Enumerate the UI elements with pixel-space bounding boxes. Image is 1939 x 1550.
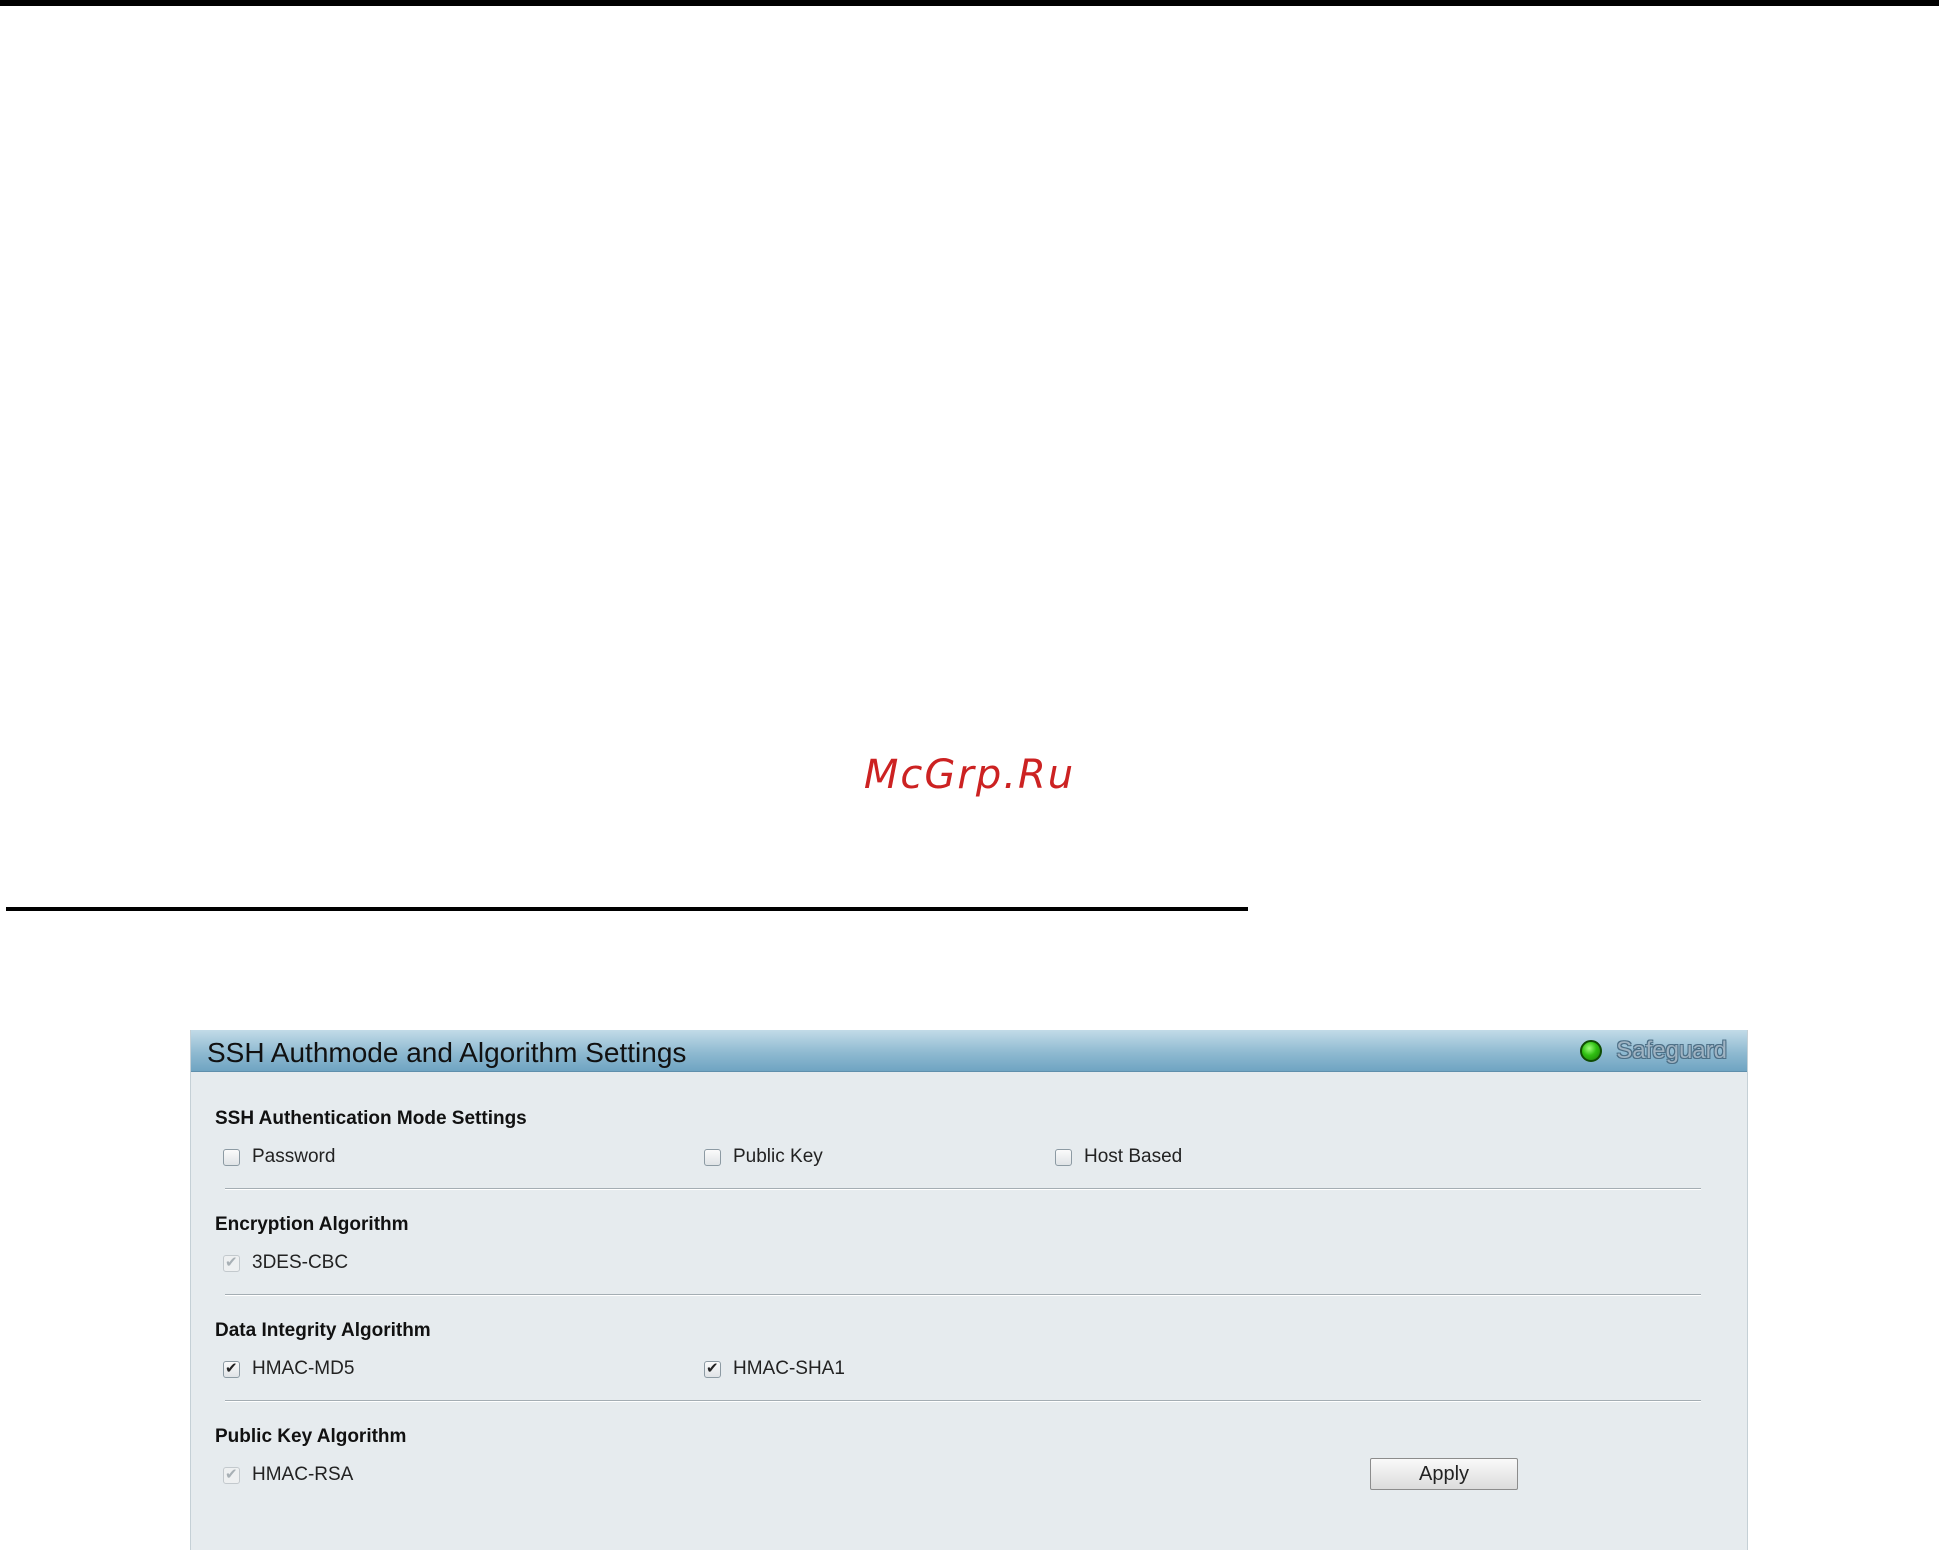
checkmark-icon: ✔	[225, 1464, 238, 1483]
safeguard-label: Safeguard	[1616, 1037, 1727, 1064]
checkmark-icon: ✔	[706, 1358, 719, 1377]
encryption-title: Encryption Algorithm	[215, 1214, 409, 1235]
section-divider	[225, 1400, 1701, 1402]
checkmark-icon: ✔	[225, 1358, 238, 1377]
option-hmac-rsa: ✔ HMAC-RSA	[223, 1464, 353, 1486]
hmac-sha1-label: HMAC-SHA1	[733, 1358, 845, 1379]
checkmark-icon: ✔	[225, 1252, 238, 1271]
safeguard-indicator-icon	[1580, 1040, 1603, 1062]
page: McGrp.Ru SSH Authmode and Algorithm Sett…	[0, 0, 1939, 1550]
password-checkbox[interactable]	[223, 1148, 240, 1166]
public-key-checkbox[interactable]	[704, 1148, 721, 1166]
apply-button[interactable]: Apply	[1370, 1458, 1518, 1490]
hmac-sha1-checkbox[interactable]: ✔	[704, 1358, 721, 1378]
section-divider	[225, 1188, 1701, 1190]
3des-cbc-label: 3DES-CBC	[252, 1252, 349, 1273]
password-label: Password	[252, 1146, 336, 1167]
section-divider	[225, 1294, 1701, 1296]
public-key-label: Public Key	[733, 1146, 823, 1167]
option-host-based[interactable]: Host Based	[1055, 1146, 1182, 1168]
auth-mode-title: SSH Authentication Mode Settings	[215, 1108, 527, 1129]
panel-header: SSH Authmode and Algorithm Settings Safe…	[191, 1030, 1747, 1072]
hmac-md5-checkbox[interactable]: ✔	[223, 1358, 240, 1378]
option-hmac-md5[interactable]: ✔ HMAC-MD5	[223, 1358, 354, 1380]
watermark-text: McGrp.Ru	[863, 752, 1076, 798]
hmac-md5-label: HMAC-MD5	[252, 1358, 355, 1379]
host-based-label: Host Based	[1084, 1146, 1183, 1167]
hmac-rsa-label: HMAC-RSA	[252, 1464, 354, 1485]
3des-cbc-checkbox: ✔	[223, 1252, 240, 1272]
safeguard-status: Safeguard	[1580, 1037, 1727, 1065]
host-based-checkbox[interactable]	[1055, 1148, 1072, 1166]
top-rule	[0, 0, 1939, 6]
option-password[interactable]: Password	[223, 1146, 335, 1168]
option-3des-cbc: ✔ 3DES-CBC	[223, 1252, 348, 1274]
section-rule	[6, 907, 1248, 911]
integrity-title: Data Integrity Algorithm	[215, 1320, 431, 1341]
hmac-rsa-checkbox: ✔	[223, 1464, 240, 1484]
option-hmac-sha1[interactable]: ✔ HMAC-SHA1	[704, 1358, 845, 1380]
option-public-key[interactable]: Public Key	[704, 1146, 823, 1168]
public-key-title: Public Key Algorithm	[215, 1426, 407, 1447]
panel-title: SSH Authmode and Algorithm Settings	[207, 1037, 687, 1068]
